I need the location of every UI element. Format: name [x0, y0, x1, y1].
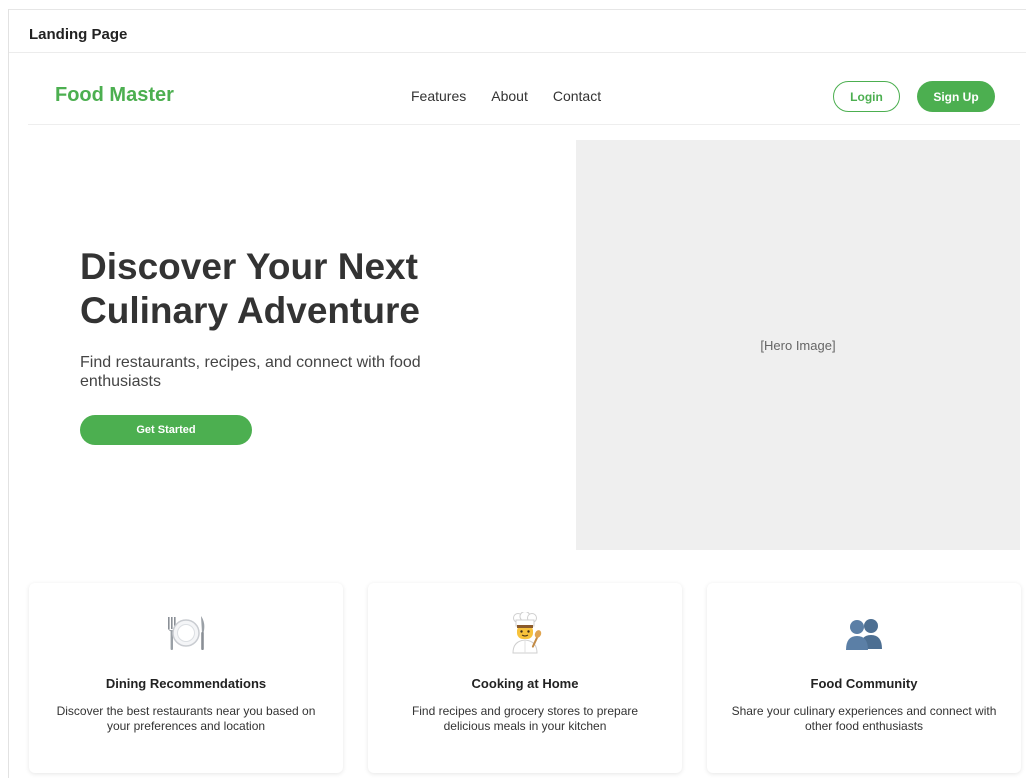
nav-link-features[interactable]: Features — [411, 88, 466, 104]
page-header: Landing Page — [9, 9, 1026, 53]
page-title: Landing Page — [29, 26, 128, 43]
feature-description: Discover the best restaurants near you b… — [56, 704, 316, 733]
nav-link-contact[interactable]: Contact — [553, 88, 601, 104]
feature-card-dining: Dining Recommendations Discover the best… — [29, 583, 343, 773]
brand-logo[interactable]: Food Master — [55, 84, 174, 107]
feature-title: Cooking at Home — [471, 676, 579, 691]
navbar: Food Master Features About Contact Login… — [28, 68, 1020, 125]
hero-title: Discover Your Next Culinary Adventure — [80, 246, 420, 331]
signup-button[interactable]: Sign Up — [917, 81, 995, 112]
feature-description: Share your culinary experiences and conn… — [731, 704, 997, 733]
feature-card-cooking: Cooking at Home Find recipes and grocery… — [368, 583, 682, 773]
hero-subtitle: Find restaurants, recipes, and connect w… — [80, 354, 421, 390]
plate-cutlery-icon — [29, 611, 343, 655]
nav-links: Features About Contact — [411, 88, 626, 104]
hero-image-label: [Hero Image] — [760, 337, 836, 353]
login-button[interactable]: Login — [833, 81, 900, 112]
window-left-edge — [0, 9, 9, 778]
nav-link-about[interactable]: About — [491, 88, 528, 104]
get-started-button[interactable]: Get Started — [80, 415, 252, 445]
community-icon — [707, 611, 1021, 655]
feature-card-community: Food Community Share your culinary exper… — [707, 583, 1021, 773]
feature-title: Dining Recommendations — [105, 676, 267, 691]
window-top-edge — [0, 0, 1026, 9]
hero-image-placeholder: [Hero Image] — [576, 140, 1020, 550]
feature-title: Food Community — [810, 676, 918, 691]
chef-icon — [368, 611, 682, 655]
feature-description: Find recipes and grocery stores to prepa… — [411, 704, 639, 733]
